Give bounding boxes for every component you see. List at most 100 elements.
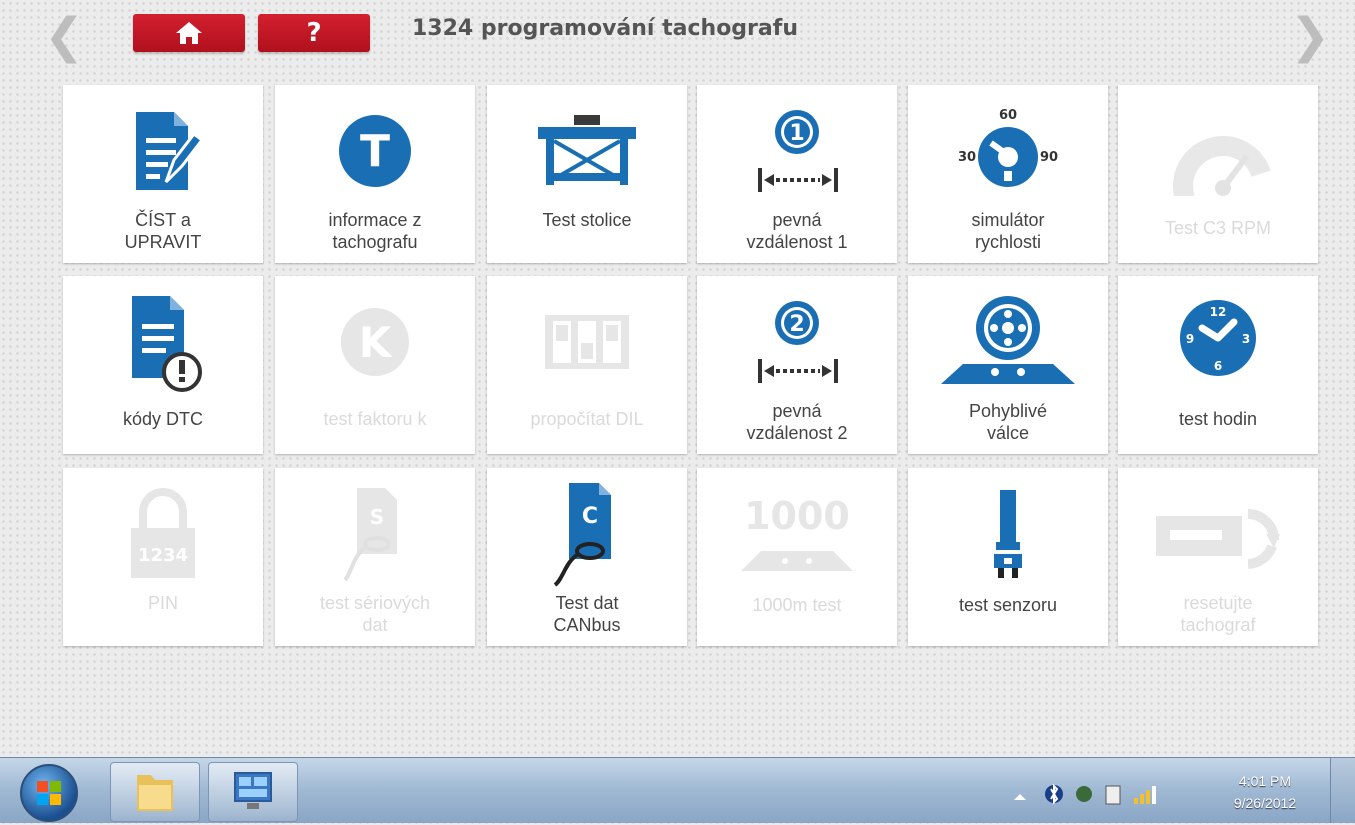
tile-reset-tachograph: resetujte tachograf <box>1118 468 1318 646</box>
rpm-gauge-icon <box>1173 136 1271 196</box>
document-warning-icon <box>132 296 202 392</box>
help-button[interactable]: ? <box>258 14 370 52</box>
svg-text:T: T <box>360 126 390 177</box>
start-button[interactable] <box>20 764 78 822</box>
previous-page-arrow-icon[interactable]: ❮ <box>44 12 84 62</box>
tile-fixed-distance-1[interactable]: 1 pevná vzdálenost 1 <box>697 85 897 263</box>
tile-1000m-test: 1000 1000m test <box>697 468 897 646</box>
tile-label-line1: pevná <box>772 210 822 230</box>
tile-label-line1: kódy DTC <box>122 409 203 429</box>
application-icon <box>234 772 272 809</box>
tile-test-c3-rpm: Test C3 RPM <box>1118 85 1318 263</box>
tile-calculate-dil: propočítat DIL <box>487 276 687 454</box>
taskbar-clock[interactable]: 4:01 PM 9/26/2012 <box>1215 770 1315 814</box>
show-desktop-button[interactable] <box>1330 758 1355 823</box>
tile-label-line1: propočítat DIL <box>530 409 644 429</box>
svg-text:6: 6 <box>1214 359 1222 373</box>
tile-label-line1: Test C3 RPM <box>1164 218 1272 238</box>
tile-label-line2: válce <box>986 423 1030 443</box>
tile-label-line2: tachograf <box>1180 615 1256 635</box>
tile-test-bench[interactable]: Test stolice <box>487 85 687 263</box>
tile-k-factor-test: K test faktoru k <box>275 276 475 454</box>
tile-label-line1: test sériových <box>319 593 431 613</box>
tile-label-line1: ČÍST a <box>135 210 191 230</box>
tile-label-line2: CANbus <box>553 615 621 635</box>
svg-text:60: 60 <box>999 108 1017 123</box>
clock-time: 4:01 PM <box>1238 773 1292 789</box>
show-hidden-icons-icon <box>1014 794 1026 800</box>
system-tray <box>1000 762 1200 818</box>
signal-icon <box>1134 798 1138 804</box>
tile-label-line2: rychlosti <box>974 232 1041 252</box>
windows-logo-icon <box>37 781 61 805</box>
tile-serial-data-test: S test sériových dat <box>275 468 475 646</box>
tile-label-line1: test hodin <box>1178 409 1258 429</box>
tile-label-line1: Test stolice <box>542 210 632 230</box>
svg-text:9: 9 <box>1186 332 1194 346</box>
tile-label-line1: simulátor <box>971 210 1045 230</box>
tile-fixed-distance-2[interactable]: 2 pevná vzdálenost 2 <box>697 276 897 454</box>
tile-clock-test[interactable]: 12 3 6 9 test hodin <box>1118 276 1318 454</box>
tile-label-line2: vzdálenost 2 <box>746 423 848 443</box>
tile-label-line2: dat <box>362 615 388 635</box>
tile-label-line1: test senzoru <box>958 595 1058 615</box>
tile-rolling-road[interactable]: Pohyblivé válce <box>908 276 1108 454</box>
tile-label-line2: vzdálenost 1 <box>746 232 848 252</box>
tile-label-line1: PIN <box>147 593 178 613</box>
tile-read-edit[interactable]: ČÍST a UPRAVIT <box>63 85 263 263</box>
clock-icon: 12 3 6 9 <box>1180 300 1256 376</box>
reset-tachograph-icon <box>1156 509 1280 569</box>
device-icon <box>1105 785 1121 805</box>
tile-label-line1: pevná <box>772 401 822 421</box>
dil-switch-icon <box>545 315 629 369</box>
tile-pin: 1234 PIN <box>63 468 263 646</box>
tile-speed-simulator[interactable]: 60 30 90 simulátor rychlosti <box>908 85 1108 263</box>
tile-label-line1: informace z <box>328 210 422 230</box>
fixed-distance-1-icon: 1 <box>758 110 838 192</box>
tile-sensor-test[interactable]: test senzoru <box>908 468 1108 646</box>
home-button[interactable] <box>133 14 245 52</box>
fixed-distance-2-icon: 2 <box>758 301 838 383</box>
tile-tachograph-info[interactable]: T informace z tachografu <box>275 85 475 263</box>
tile-label-line1: test faktoru k <box>323 409 427 429</box>
clock-date: 9/26/2012 <box>1233 795 1297 811</box>
svg-text:1: 1 <box>789 121 804 146</box>
svg-text:1234: 1234 <box>138 545 188 566</box>
svg-text:1000: 1000 <box>744 494 850 538</box>
tray-icons <box>1014 783 1156 805</box>
next-page-arrow-icon[interactable]: ❯ <box>1290 12 1330 62</box>
svg-text:S: S <box>370 505 384 529</box>
folder-icon <box>137 775 173 811</box>
padlock-icon: 1234 <box>131 488 195 578</box>
home-icon <box>176 22 202 44</box>
canbus-document-icon: C <box>553 483 611 587</box>
rolling-road-icon <box>941 296 1075 384</box>
windows-taskbar <box>0 757 1355 823</box>
letter-k-circle-icon: K <box>341 308 409 376</box>
page-title: 1324 programování tachografu <box>412 16 798 41</box>
tile-label-line1: Test dat <box>555 593 619 613</box>
tile-label-line2: UPRAVIT <box>124 232 202 252</box>
tile-dtc-codes[interactable]: kódy DTC <box>63 276 263 454</box>
taskbar-explorer-button[interactable] <box>110 762 200 822</box>
svg-text:C: C <box>582 504 598 529</box>
tile-label-line1: 1000m test <box>752 595 842 615</box>
serial-document-icon: S <box>343 488 397 582</box>
svg-text:30: 30 <box>958 150 976 165</box>
speed-dial-icon: 60 30 90 <box>958 108 1058 187</box>
taskbar-app-button[interactable] <box>208 762 298 822</box>
1000m-icon: 1000 <box>741 494 853 571</box>
svg-text:90: 90 <box>1040 150 1058 165</box>
svg-text:12: 12 <box>1210 305 1227 319</box>
tile-canbus-test[interactable]: C Test dat CANbus <box>487 468 687 646</box>
svg-text:K: K <box>359 318 393 367</box>
sensor-icon <box>994 490 1022 578</box>
edit-document-icon <box>136 112 205 190</box>
tile-label-line1: Pohyblivé <box>968 401 1048 421</box>
test-bench-icon <box>538 115 636 185</box>
letter-t-circle-icon: T <box>339 115 411 187</box>
svg-text:2: 2 <box>789 312 804 337</box>
app-screen: ❮ ? 1324 programování tachografu ❯ ČÍST … <box>0 0 1355 757</box>
network-icon <box>1076 786 1092 802</box>
svg-text:3: 3 <box>1242 332 1250 346</box>
